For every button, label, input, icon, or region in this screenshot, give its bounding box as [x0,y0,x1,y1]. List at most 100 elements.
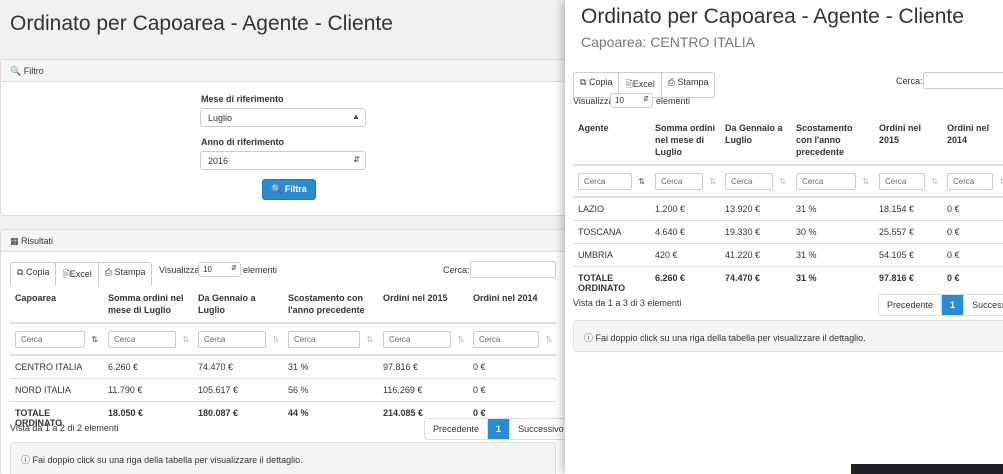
results-panel-heading: Risultati [21,236,54,246]
sort-icon[interactable]: ⇅ [366,335,373,344]
table-cell: 19.330 € [720,220,791,244]
filter-panel: 🔍 Filtro Mese di riferimento Luglio ▲ An… [0,59,575,216]
column-filter-input[interactable]: Cerca ⇅ [288,331,373,348]
copy-button[interactable]: ⧉ Copia [11,263,57,287]
sort-icon[interactable]: ⇅ [272,335,279,344]
year-select-value: 2016 [208,156,229,166]
column-filter-input[interactable]: Cerca ⇅ [947,173,1003,190]
column-filter-input[interactable]: Cerca ⇅ [879,173,938,190]
filter-placeholder: Cerca [953,177,975,186]
page-1-button[interactable]: 1 [488,419,511,439]
excel-button-label: Excel [69,269,92,279]
table-cell: 97.816 € [378,354,468,379]
table-info: Vista da 1 a 2 di 2 elementi [10,423,119,433]
print-button[interactable]: ⎙ Stampa [662,73,715,97]
sort-icon[interactable]: ⇅ [931,177,938,186]
page-1-button[interactable]: 1 [942,295,965,315]
prev-page-button[interactable]: Precedente [879,295,943,315]
column-filter-input[interactable]: Cerca ⇅ [383,331,464,348]
table-cell: UMBRIA [573,243,650,267]
table-row[interactable]: NORD ITALIA 11.790 € 105.617 € 56 % 116.… [10,378,556,402]
column-filter-input[interactable]: Cerca ⇅ [578,173,645,190]
prev-page-button[interactable]: Precedente [425,419,489,439]
filter-placeholder: Cerca [389,335,411,344]
filter-cell: Cerca ⇅ [791,165,874,198]
sort-icon[interactable]: ⇅ [999,177,1003,186]
column-header[interactable]: Ordini nel 2014 [942,116,1003,166]
export-button-group: ⧉ Copia 🗎Excel ⎙ Stampa [10,262,153,288]
hint-box: ⓘ Fai doppio click su una riga della tab… [10,442,556,474]
search-icon: 🔍 [10,66,22,76]
table-cell: TOSCANA [573,220,650,244]
page-size-value: 10 [615,96,624,105]
column-header[interactable]: Agente [573,116,650,166]
sort-icon[interactable]: ⇅ [862,177,869,186]
table-info: Vista da 1 a 3 di 3 elementi [573,298,682,308]
table-cell: 41.220 € [720,243,791,267]
print-button[interactable]: ⎙ Stampa [99,263,152,287]
sort-icon[interactable]: ⇅ [545,335,552,344]
column-filter-input[interactable]: Cerca ⇅ [198,331,279,348]
column-header[interactable]: Scostamento con l'anno precedente [791,116,874,166]
search-input[interactable] [923,72,1003,89]
table-header-row: Agente Somma ordini nel mese di Luglio D… [573,116,1003,166]
filter-button-label: Filtra [284,184,307,194]
sort-icon[interactable]: ⇅ [709,177,716,186]
table-row[interactable]: UMBRIA 420 € 41.220 € 31 % 54.105 € 0 € [573,243,1003,267]
search-input[interactable] [470,261,556,278]
column-header[interactable]: Ordini nel 2014 [468,286,556,324]
column-header[interactable]: Ordini nel 2015 [874,116,942,166]
table-cell: 13.920 € [720,196,791,221]
column-header[interactable]: Da Gennaio a Luglio [720,116,791,166]
column-header[interactable]: Somma ordini nel mese di Luglio [650,116,720,166]
table-row[interactable]: TOSCANA 4.640 € 19.330 € 30 % 25.557 € 0… [573,220,1003,244]
table-cell: 1.200 € [650,196,720,221]
search-label: Cerca: [443,265,470,275]
filter-panel-heading: Filtro [23,66,44,76]
table-row[interactable]: LAZIO 1.200 € 13.920 € 31 % 18.154 € 0 € [573,196,1003,221]
popup-subtitle: Capoarea: CENTRO ITALIA [581,34,756,50]
page-size-select[interactable]: 10 ⇵ [198,262,241,277]
table-row[interactable]: CENTRO ITALIA 6.260 € 74.470 € 31 % 97.8… [10,354,556,379]
results-panel-header: ▦ Risultati [1,230,574,252]
filter-cell: Cerca ⇅ [573,165,650,198]
sort-icon[interactable]: ⇅ [457,335,464,344]
column-header[interactable]: Capoarea [10,286,103,324]
table-cell: NORD ITALIA [10,378,103,402]
copy-button-label: Copia [25,267,50,277]
table-cell: 44 % [283,401,378,434]
info-icon: ⓘ [584,333,594,343]
filter-cell: Cerca ⇅ [650,165,720,198]
elements-label: elementi [656,96,691,106]
table-cell: 116.269 € [378,378,468,402]
pagination: Precedente 1 Successivo [424,418,573,440]
excel-button[interactable]: 🗎Excel [56,263,99,287]
filter-cell: Cerca ⇅ [378,323,468,356]
table-cell: 0 € [942,196,1003,221]
column-header[interactable]: Scostamento con l'anno precedente [283,286,378,324]
column-header[interactable]: Ordini nel 2015 [378,286,468,324]
column-filter-input[interactable]: Cerca ⇅ [796,173,869,190]
filter-button[interactable]: 🔍 Filtra [262,179,316,200]
sort-icon[interactable]: ⇅ [779,177,786,186]
month-select[interactable]: Luglio ▲ [200,108,366,127]
column-filter-input[interactable]: Cerca ⇅ [473,331,552,348]
column-header[interactable]: Da Gennaio a Luglio [193,286,283,324]
sort-asc-icon[interactable]: ⇅ [91,335,98,344]
table-cell: 31 % [791,243,874,267]
table-cell: 0 € [468,378,556,402]
year-select[interactable]: 2016 ⇵ [200,151,366,170]
sort-asc-icon[interactable]: ⇅ [638,177,645,186]
page-size-select[interactable]: 10 ⇵ [610,93,653,108]
table-cell: 6.260 € [650,266,720,299]
column-filter-input[interactable]: Cerca ⇅ [15,331,98,348]
column-filter-input[interactable]: Cerca ⇅ [108,331,189,348]
column-header[interactable]: Somma ordini nel mese di Luglio [103,286,193,324]
next-page-button[interactable]: Successivo [510,419,572,439]
next-page-button[interactable]: Successivo [964,295,1003,315]
search-label: Cerca: [896,76,923,86]
table-cell: 420 € [650,243,720,267]
column-filter-input[interactable]: Cerca ⇅ [655,173,716,190]
column-filter-input[interactable]: Cerca ⇅ [725,173,786,190]
sort-icon[interactable]: ⇅ [182,335,189,344]
